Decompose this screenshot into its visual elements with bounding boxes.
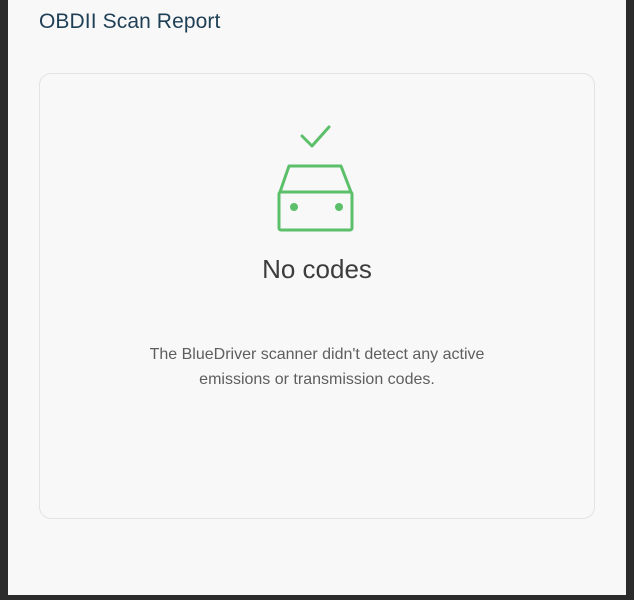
app-screen: OBDII Scan Report No codes The BlueDrive… — [8, 0, 626, 595]
status-title: No codes — [262, 254, 372, 284]
status-graphic — [40, 124, 594, 234]
page-title: OBDII Scan Report — [39, 10, 221, 33]
checkmark-icon — [300, 125, 331, 148]
car-front-icon — [277, 164, 354, 232]
status-description: The BlueDriver scanner didn't detect any… — [149, 346, 485, 388]
scan-result-card: No codes The BlueDriver scanner didn't d… — [39, 73, 595, 519]
